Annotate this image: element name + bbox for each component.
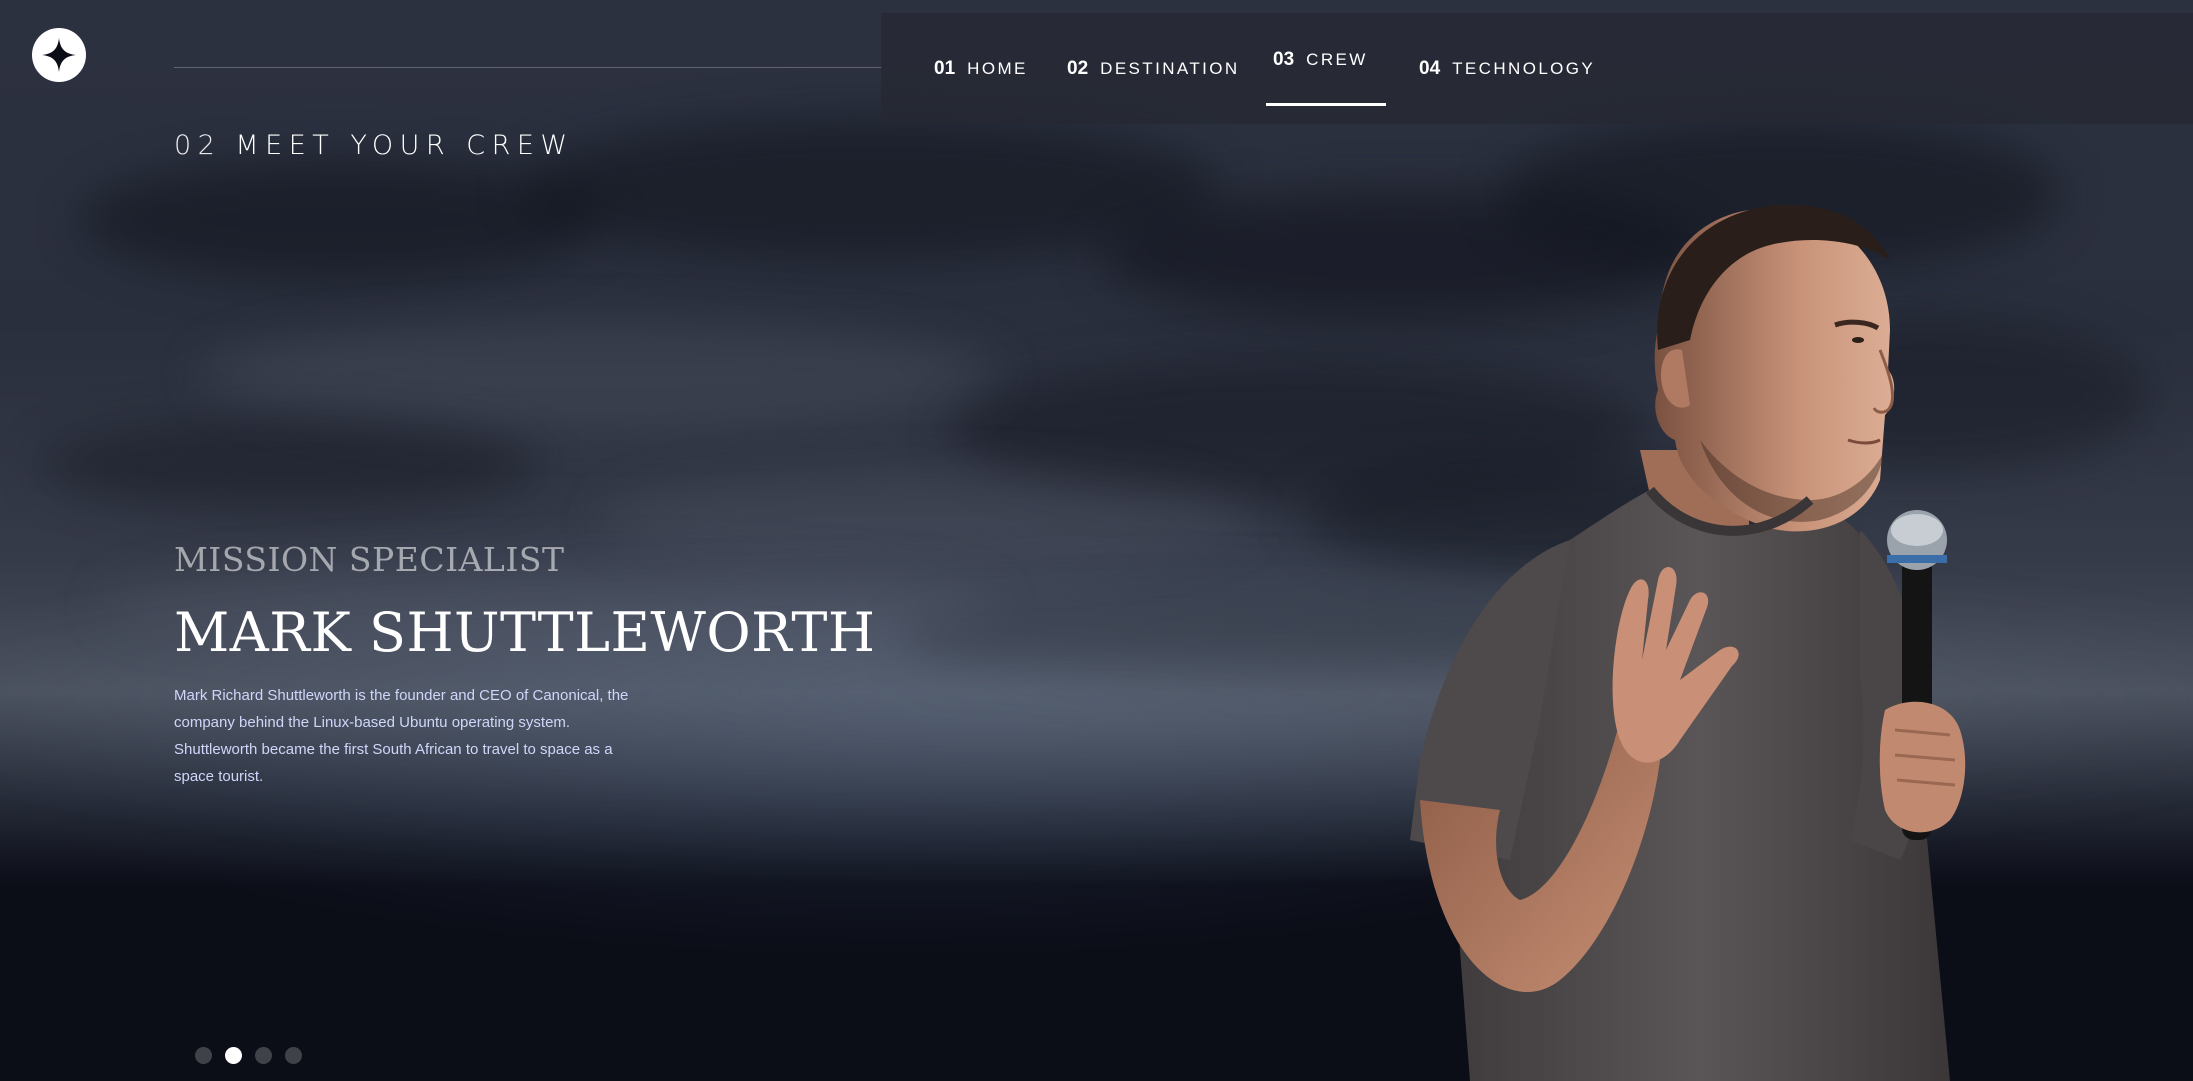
nav-item-home[interactable]: 01 HOME (934, 13, 1028, 124)
crew-role: MISSION SPECIALIST (174, 540, 565, 579)
main-navigation: 01 HOME 02 DESTINATION 03 CREW 04 TECHNO… (881, 13, 2193, 124)
nav-item-number: 03 (1273, 48, 1295, 70)
page-title-number: 02 (174, 130, 222, 161)
crew-portrait-image (1410, 204, 1966, 1081)
pagination-dot-4[interactable] (285, 1047, 302, 1064)
nav-item-crew[interactable]: 03 CREW (1266, 13, 1386, 106)
crew-pagination (195, 1047, 302, 1064)
nav-item-label: HOME (967, 58, 1028, 78)
nav-item-number: 01 (934, 57, 956, 79)
pagination-dot-3[interactable] (255, 1047, 272, 1064)
page-title: 02 MEET YOUR CREW (174, 130, 574, 161)
nav-item-number: 02 (1067, 57, 1089, 79)
crew-bio: Mark Richard Shuttleworth is the founder… (174, 687, 629, 785)
star-logo-icon[interactable] (32, 28, 86, 82)
page-title-text: MEET YOUR CREW (235, 130, 574, 161)
nav-item-label: TECHNOLOGY (1452, 58, 1596, 78)
nav-item-label: CREW (1306, 49, 1368, 69)
crew-name: MARK SHUTTLEWORTH (174, 601, 876, 664)
header-divider (174, 67, 882, 68)
nav-item-technology[interactable]: 04 TECHNOLOGY (1419, 13, 1595, 124)
nav-item-label: DESTINATION (1100, 58, 1240, 78)
nav-item-destination[interactable]: 02 DESTINATION (1067, 13, 1240, 124)
pagination-dot-1[interactable] (195, 1047, 212, 1064)
pagination-dot-2[interactable] (225, 1047, 242, 1064)
nav-item-number: 04 (1419, 57, 1441, 79)
